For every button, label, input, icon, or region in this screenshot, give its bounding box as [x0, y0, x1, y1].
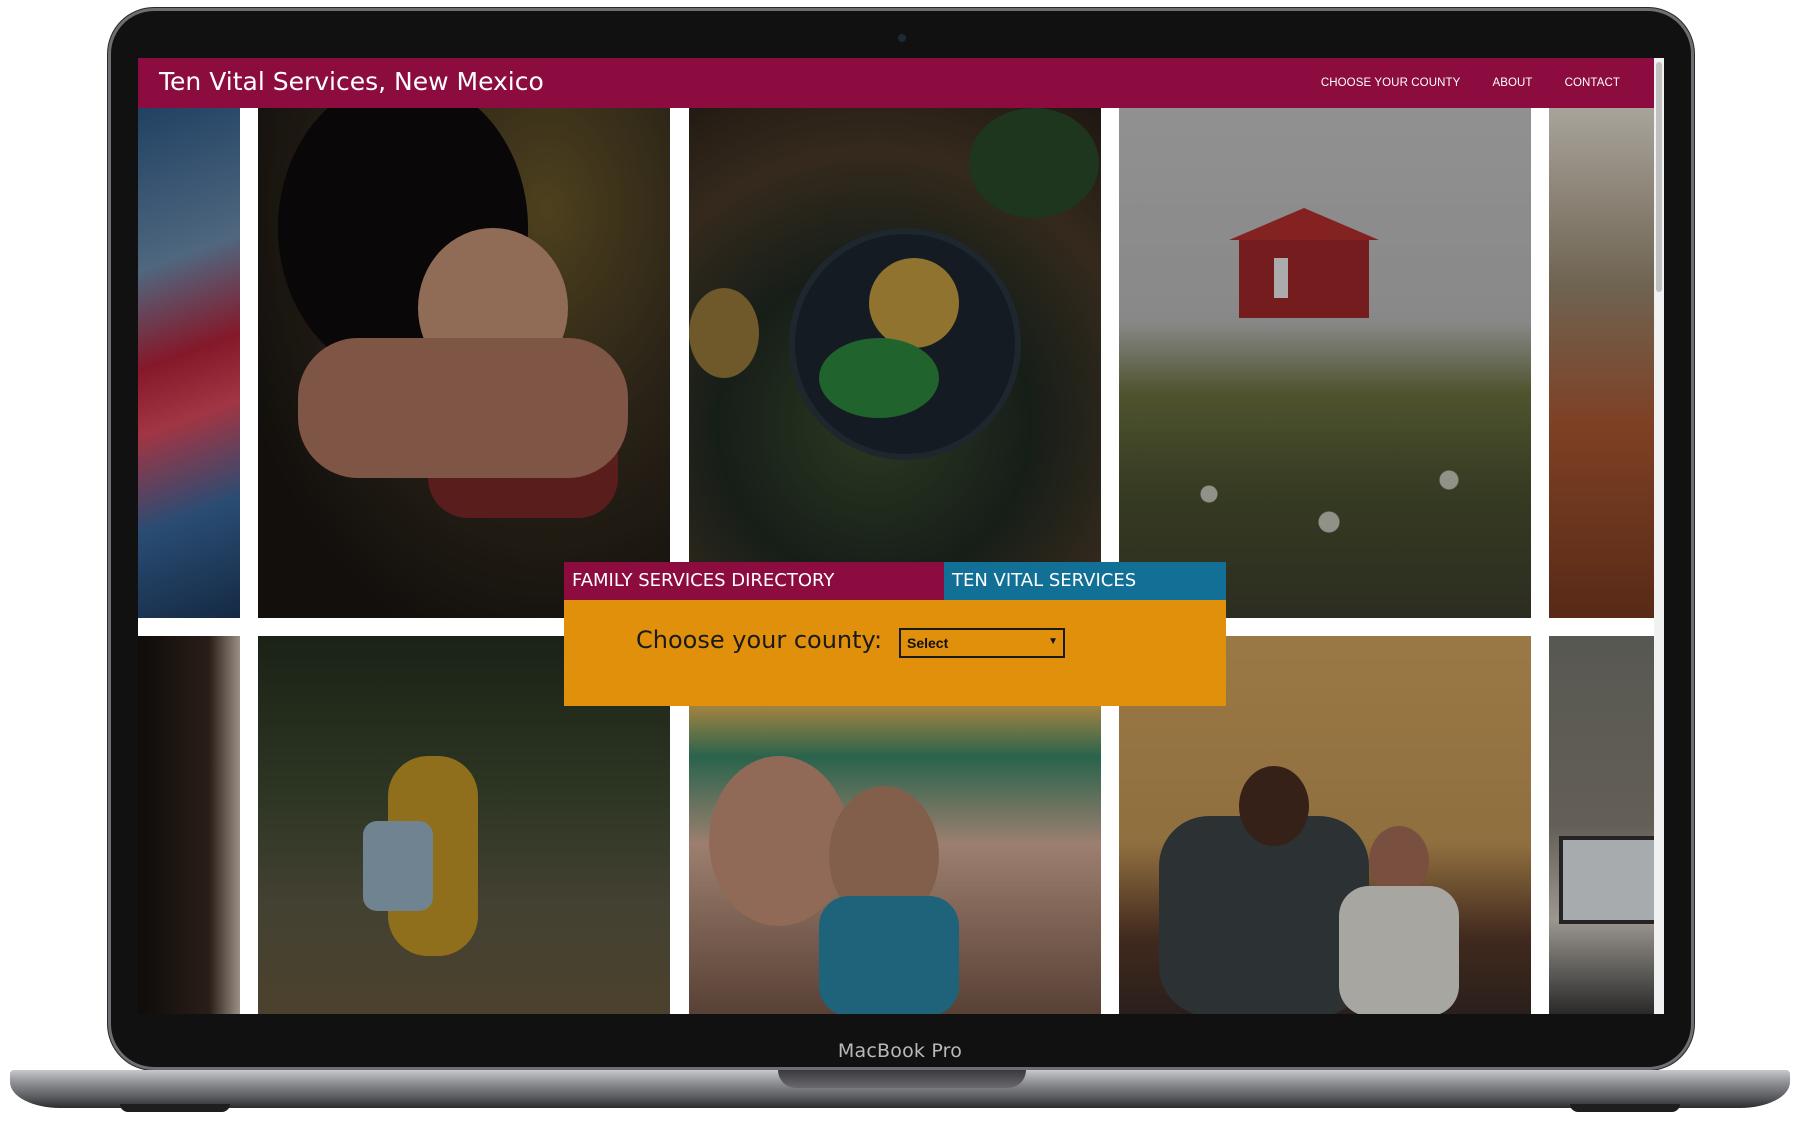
county-label: Choose your county: — [636, 626, 883, 654]
photo-tile-car — [138, 108, 240, 618]
photo-tile-food-bowl — [689, 108, 1101, 618]
navbar: Ten Vital Services, New Mexico CHOOSE YO… — [138, 58, 1654, 108]
laptop-notch — [778, 1070, 1026, 1088]
scrollbar[interactable] — [1654, 58, 1664, 1014]
photo-tile-portrait — [138, 636, 240, 1014]
photo-grid: FAMILY SERVICES DIRECTORY TEN VITAL SERV… — [138, 108, 1654, 1014]
device-label: MacBook Pro — [837, 1040, 963, 1062]
nav-link-about[interactable]: ABOUT — [1492, 77, 1532, 89]
nav-links: CHOOSE YOUR COUNTY ABOUT CONTACT — [1321, 58, 1620, 108]
nav-link-contact[interactable]: CONTACT — [1565, 77, 1620, 89]
laptop-foot-left — [120, 1104, 230, 1112]
browser-screen: Ten Vital Services, New Mexico CHOOSE YO… — [138, 58, 1664, 1014]
county-chooser: Choose your county: Select ▼ — [564, 600, 1226, 706]
photo-tile-mother-and-child — [258, 108, 670, 618]
directory-panel: FAMILY SERVICES DIRECTORY TEN VITAL SERV… — [564, 562, 1226, 706]
county-select-value: Select — [907, 635, 949, 651]
camera-icon — [898, 34, 906, 42]
photo-tile-bus-interior — [1549, 108, 1654, 618]
tab-family-services-directory[interactable]: FAMILY SERVICES DIRECTORY — [564, 562, 944, 600]
photo-tile-red-house — [1119, 108, 1531, 618]
county-select[interactable]: Select ▼ — [899, 628, 1065, 658]
laptop-foot-right — [1570, 1104, 1680, 1112]
tab-ten-vital-services[interactable]: TEN VITAL SERVICES — [944, 562, 1226, 600]
scrollbar-thumb[interactable] — [1656, 62, 1662, 292]
nav-link-choose-your-county[interactable]: CHOOSE YOUR COUNTY — [1321, 77, 1461, 89]
photo-tile-laptop — [1549, 636, 1654, 1014]
chevron-down-icon: ▼ — [1048, 636, 1058, 647]
site-title[interactable]: Ten Vital Services, New Mexico — [159, 67, 544, 96]
